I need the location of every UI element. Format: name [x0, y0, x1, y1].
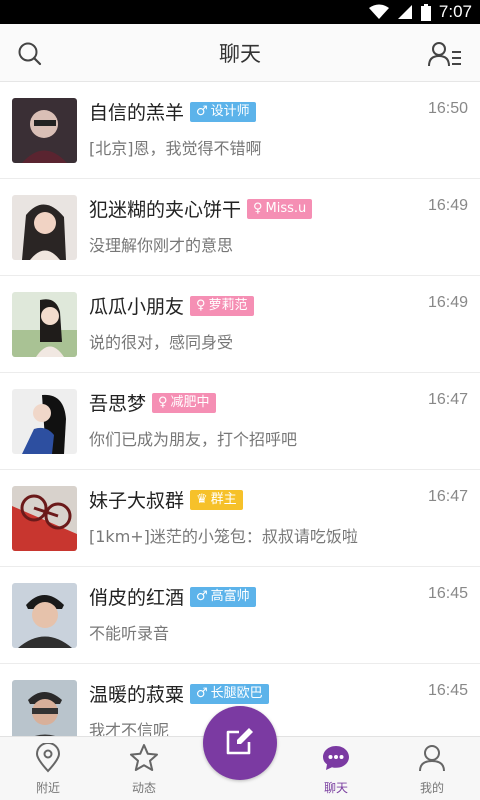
- chat-row[interactable]: 俏皮的红酒 ♂ 高富帅 16:45 不能听录音: [0, 567, 480, 664]
- crown-icon: ♛: [196, 491, 208, 507]
- badge-label: 群主: [210, 491, 237, 507]
- avatar[interactable]: [12, 195, 77, 260]
- user-tag-badge: ♀ 萝莉范: [190, 295, 254, 316]
- avatar[interactable]: [12, 389, 77, 454]
- battery-icon: [420, 3, 431, 21]
- avatar[interactable]: [12, 583, 77, 648]
- chat-name: 俏皮的红酒: [89, 587, 185, 609]
- male-icon: ♂: [196, 588, 208, 604]
- user-tag-badge: ♀ Miss.u: [247, 198, 313, 219]
- badge-label: 萝莉范: [208, 297, 248, 313]
- user-tag-badge: ♀ 减肥中: [152, 392, 216, 413]
- chat-last-message: [北京]恩，我觉得不错啊: [89, 139, 262, 158]
- user-tag-badge: ♂ 设计师: [190, 101, 256, 122]
- chat-name: 温暖的菽粟: [89, 684, 185, 706]
- status-bar: 7:07: [0, 0, 480, 24]
- user-tag-badge: ♂ 高富帅: [190, 586, 256, 607]
- compose-icon: [223, 724, 257, 762]
- chat-name: 吾思梦: [89, 393, 147, 415]
- tab-feed[interactable]: 动态: [96, 737, 192, 800]
- chat-time: 16:50: [427, 100, 468, 117]
- chat-last-message: [1km+]迷茫的小笼包：叔叔请吃饭啦: [89, 527, 358, 546]
- compose-button[interactable]: [203, 706, 277, 780]
- contacts-icon[interactable]: [428, 40, 462, 68]
- chat-last-message: 你们已成为朋友，打个招呼吧: [89, 430, 298, 449]
- chat-time: 16:47: [427, 391, 468, 408]
- group-owner-badge: ♛ 群主: [190, 489, 243, 510]
- chat-row[interactable]: 瓜瓜小朋友 ♀ 萝莉范 16:49 说的很对，感同身受: [0, 276, 480, 373]
- chat-time: 16:45: [427, 585, 468, 602]
- chat-last-message: 没理解你刚才的意思: [89, 236, 234, 255]
- tab-label: 聊天: [323, 781, 348, 795]
- avatar[interactable]: [12, 680, 77, 736]
- signal-icon: [397, 4, 413, 20]
- chat-bubble-icon: [321, 743, 351, 773]
- female-icon: ♀: [253, 200, 263, 216]
- avatar[interactable]: [12, 292, 77, 357]
- chat-time: 16:47: [427, 488, 468, 505]
- chat-list[interactable]: 自信的羔羊 ♂ 设计师 16:50 [北京]恩，我觉得不错啊 犯迷糊的夹心饼干 …: [0, 82, 480, 736]
- chat-time: 16:45: [427, 682, 468, 699]
- avatar[interactable]: [12, 486, 77, 551]
- badge-label: 长腿欧巴: [210, 685, 263, 701]
- status-time: 7:07: [438, 2, 472, 21]
- chat-name: 妹子大叔群: [89, 490, 185, 512]
- tab-nearby[interactable]: 附近: [0, 737, 96, 800]
- chat-name: 犯迷糊的夹心饼干: [89, 199, 242, 221]
- badge-label: 设计师: [210, 103, 250, 119]
- male-icon: ♂: [196, 685, 208, 701]
- chat-row[interactable]: 吾思梦 ♀ 减肥中 16:47 你们已成为朋友，打个招呼吧: [0, 373, 480, 470]
- chat-last-message: 不能听录音: [89, 624, 170, 643]
- user-icon: [417, 743, 447, 773]
- chat-time: 16:49: [427, 197, 468, 214]
- avatar[interactable]: [12, 98, 77, 163]
- search-icon[interactable]: [16, 40, 44, 68]
- chat-row[interactable]: 犯迷糊的夹心饼干 ♀ Miss.u 16:49 没理解你刚才的意思: [0, 179, 480, 276]
- female-icon: ♀: [158, 394, 168, 410]
- tab-me[interactable]: 我的: [384, 737, 480, 800]
- wifi-icon: [368, 4, 389, 20]
- chat-name: 瓜瓜小朋友: [89, 296, 185, 318]
- badge-label: 高富帅: [210, 588, 250, 604]
- male-icon: ♂: [196, 103, 208, 119]
- tab-label: 动态: [131, 781, 156, 795]
- badge-label: Miss.u: [265, 200, 307, 216]
- tab-label: 我的: [419, 781, 444, 795]
- user-tag-badge: ♂ 长腿欧巴: [190, 683, 269, 704]
- badge-label: 减肥中: [170, 394, 210, 410]
- location-icon: [33, 742, 63, 773]
- app-header: 聊天: [0, 24, 480, 82]
- chat-time: 16:49: [427, 294, 468, 311]
- chat-name: 自信的羔羊: [89, 102, 185, 124]
- star-icon: [129, 743, 159, 773]
- female-icon: ♀: [196, 297, 206, 313]
- chat-last-message: 说的很对，感同身受: [89, 333, 234, 352]
- chat-row[interactable]: 妹子大叔群 ♛ 群主 16:47 [1km+]迷茫的小笼包：叔叔请吃饭啦: [0, 470, 480, 567]
- tab-chat[interactable]: 聊天: [288, 737, 384, 800]
- chat-row[interactable]: 自信的羔羊 ♂ 设计师 16:50 [北京]恩，我觉得不错啊: [0, 82, 480, 179]
- page-title: 聊天: [219, 41, 261, 66]
- chat-last-message: 我才不信呢: [89, 721, 170, 736]
- tab-label: 附近: [35, 781, 60, 795]
